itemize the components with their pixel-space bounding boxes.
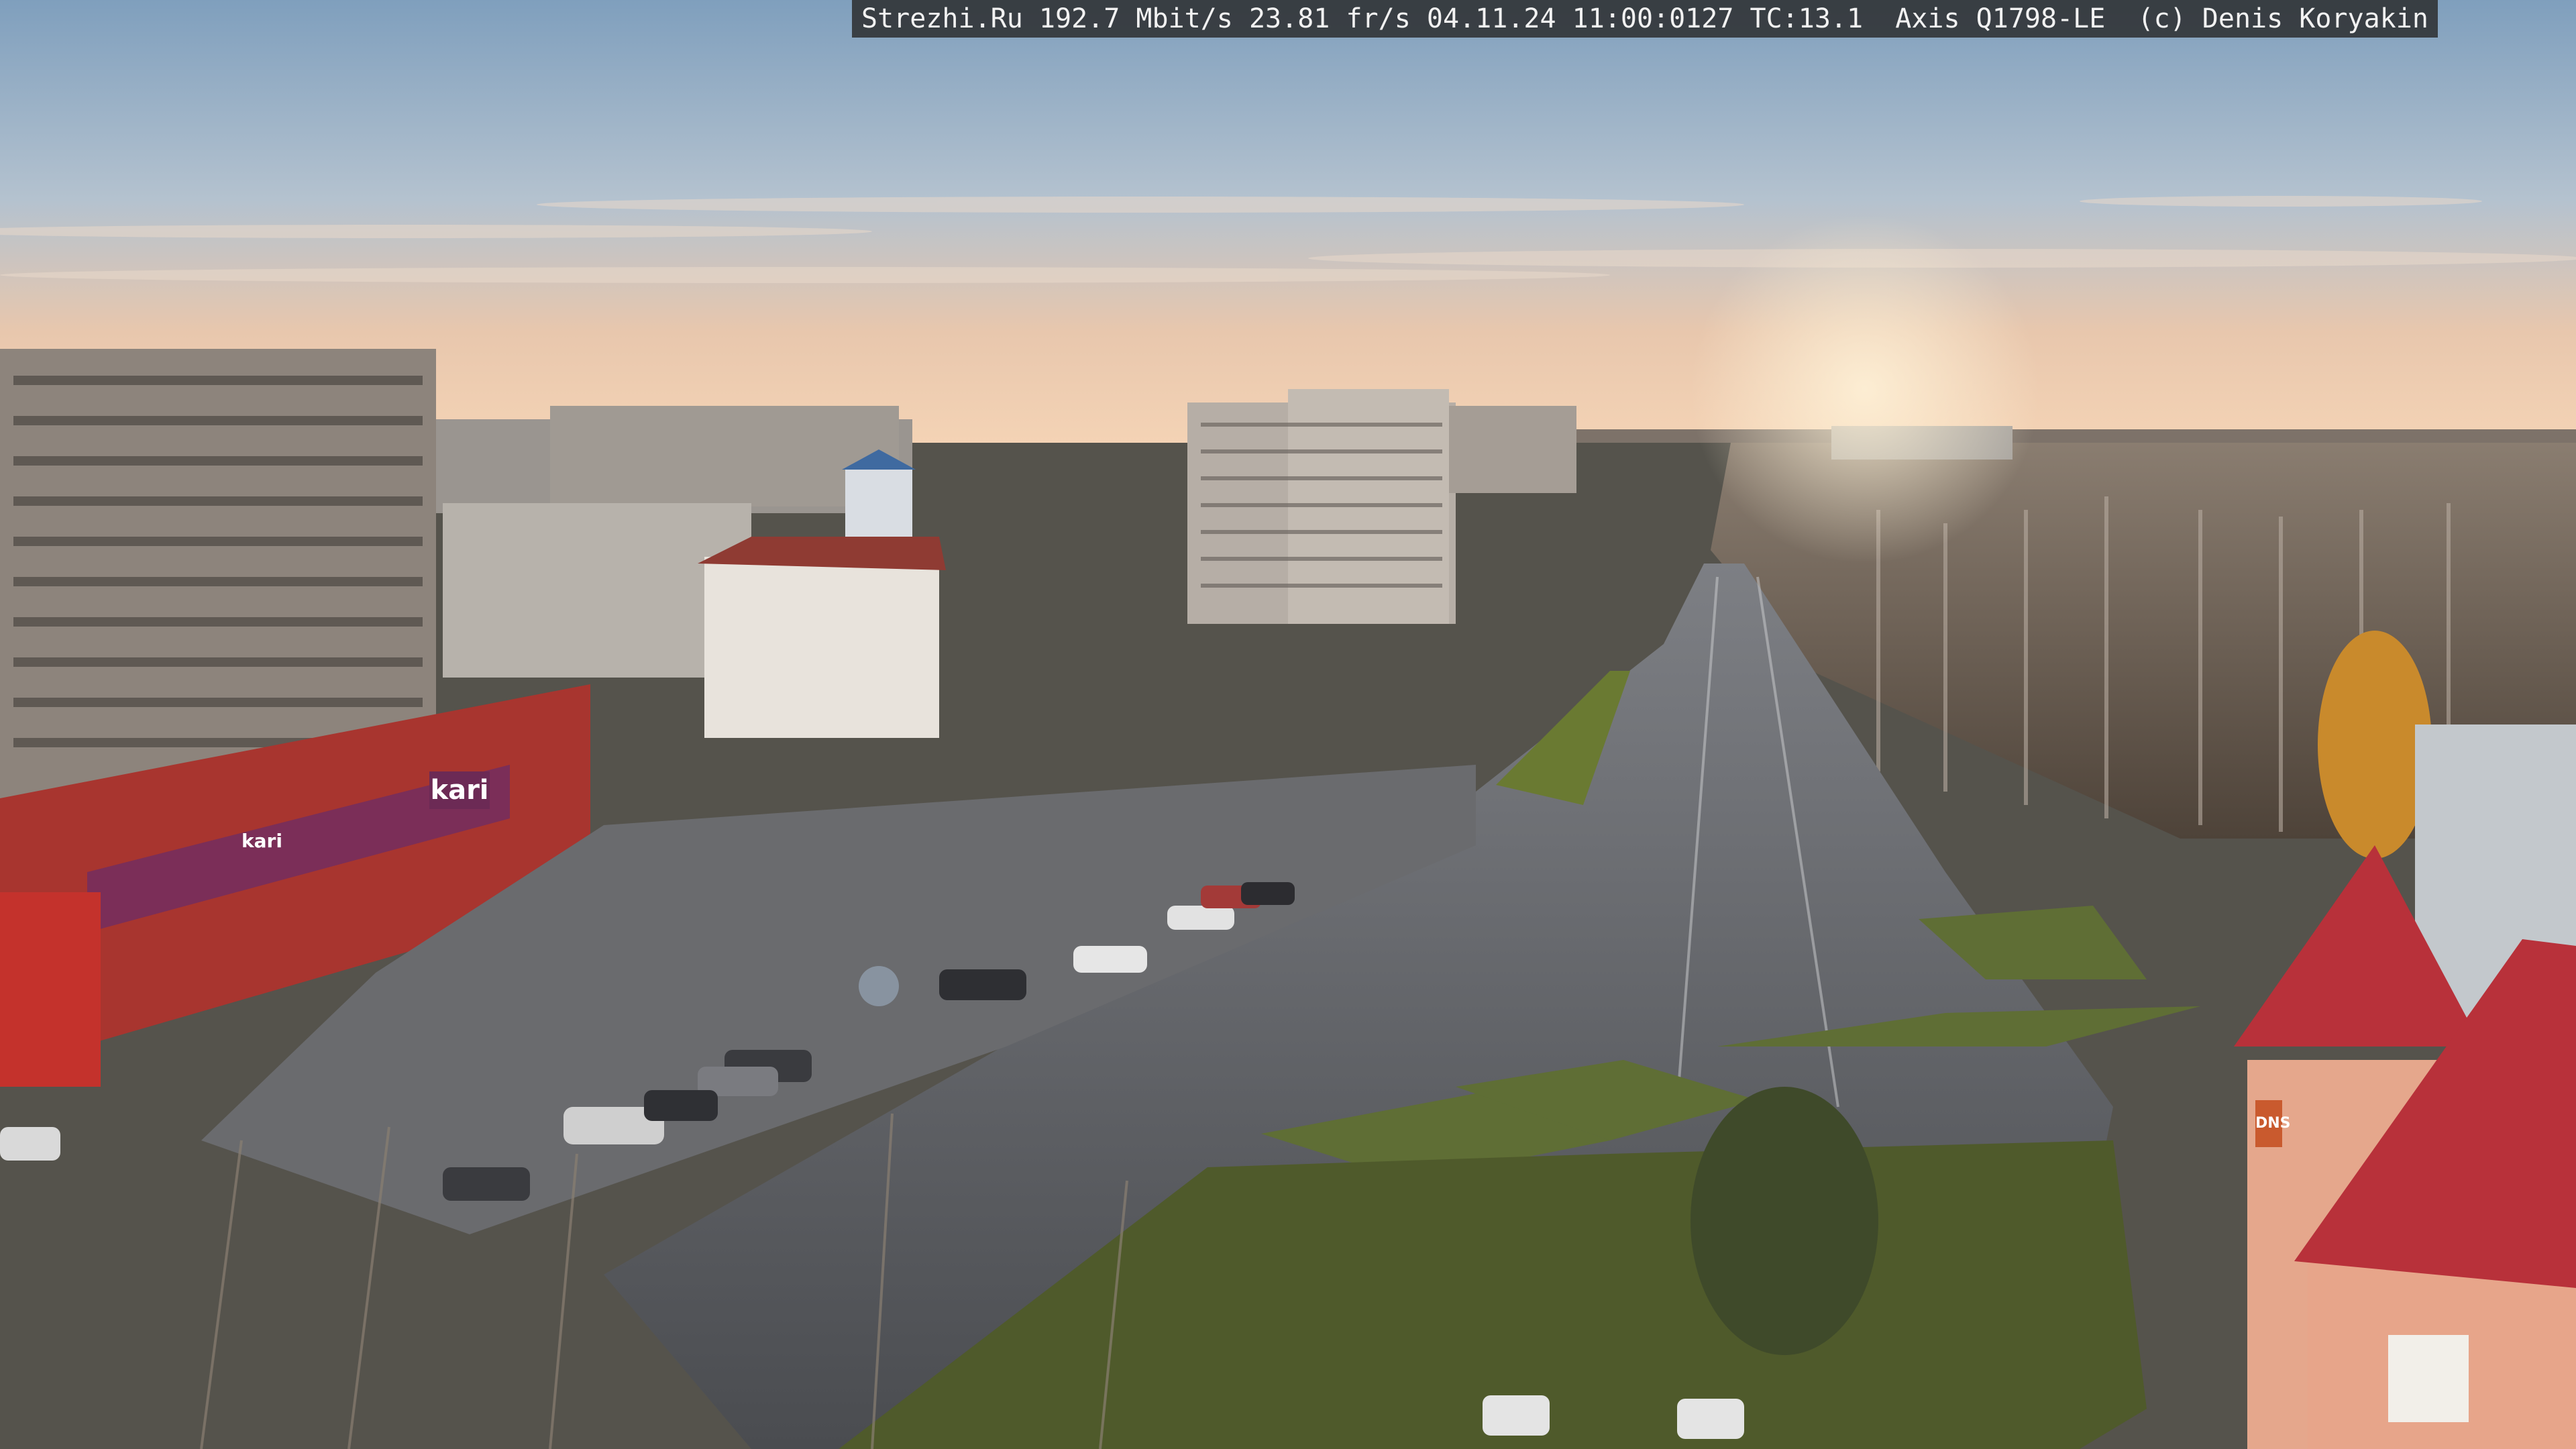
white-building [704, 557, 939, 738]
store-corner-block [0, 892, 101, 1087]
city-street-scene [0, 0, 2576, 1449]
larch-tree [2318, 631, 2432, 859]
store-sign-large: kari [429, 771, 490, 809]
lens-flare [859, 966, 899, 1006]
camera-frame: kari kari DNS Strezhi.Ru 192.7 Mbit/s 23… [0, 0, 2576, 1449]
tower-window [2388, 1335, 2469, 1422]
dns-sign: DNS [2255, 1100, 2291, 1147]
store-sign-facade: kari [241, 830, 282, 852]
sun-glare [1690, 215, 2039, 564]
camera-info-overlay: Strezhi.Ru 192.7 Mbit/s 23.81 fr/s 04.11… [852, 0, 2438, 38]
foreground-spruce [1690, 1087, 1878, 1355]
